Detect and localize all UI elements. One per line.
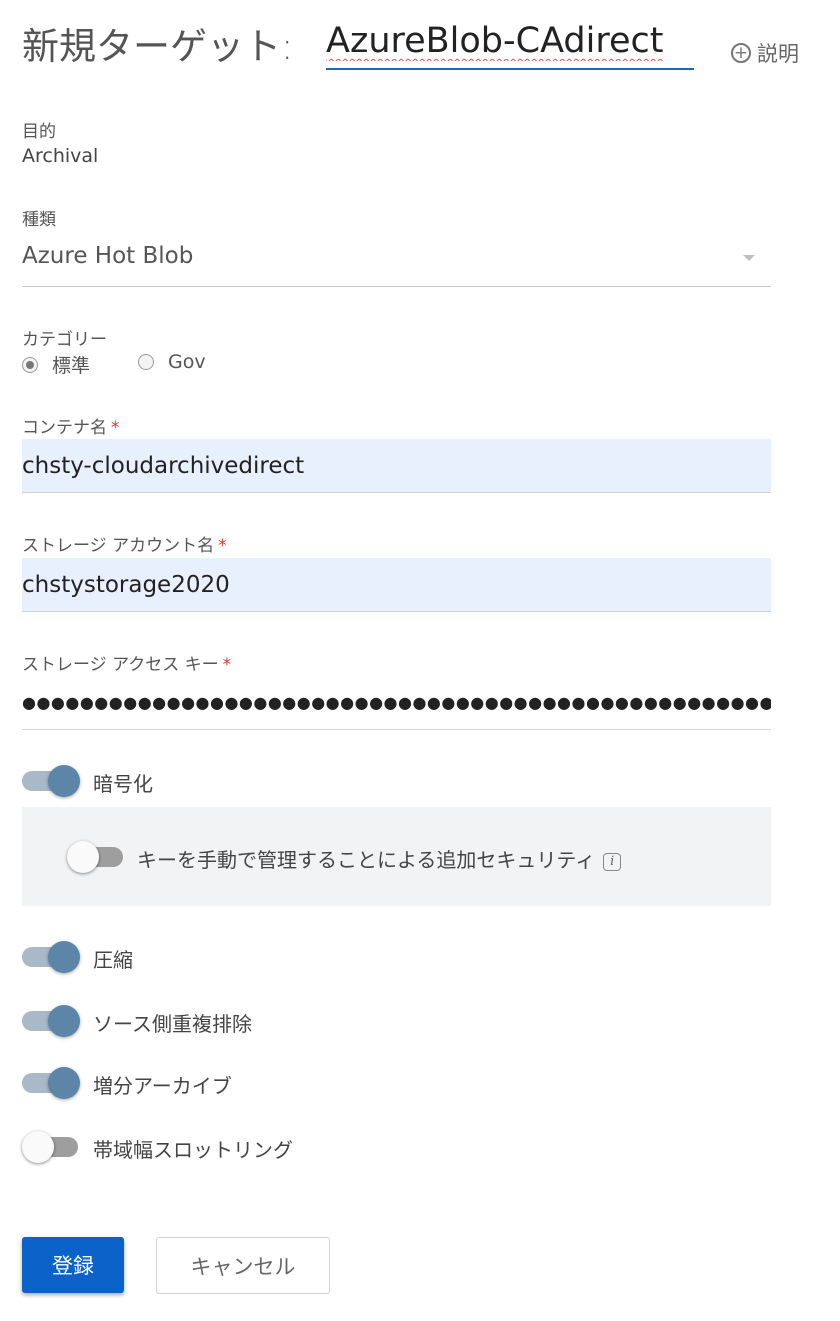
toggle-knob bbox=[48, 1067, 80, 1099]
radio-label: 標準 bbox=[52, 355, 91, 377]
type-label: 種類 bbox=[22, 210, 56, 230]
toggle-knob bbox=[48, 941, 80, 973]
manual-key-label: キーを手動で管理することによる追加セキュリティ i bbox=[137, 844, 622, 873]
toggle-knob bbox=[22, 1131, 54, 1163]
info-icon[interactable]: i bbox=[603, 852, 622, 871]
access-key-input[interactable]: ●●●●●●●●●●●●●●●●●●●●●●●●●●●●●●●●●●●●●●●●… bbox=[22, 676, 771, 730]
purpose-label: 目的 bbox=[22, 122, 56, 142]
bandwidth-throttling-toggle[interactable] bbox=[22, 1131, 80, 1163]
required-mark: * bbox=[111, 418, 120, 438]
radio-label: Gov bbox=[168, 351, 206, 373]
cancel-button[interactable]: キャンセル bbox=[156, 1237, 330, 1294]
category-label: カテゴリー bbox=[22, 330, 107, 350]
encryption-toggle[interactable] bbox=[22, 765, 80, 797]
help-link[interactable]: + 説明 bbox=[731, 38, 799, 68]
chevron-down-icon bbox=[743, 255, 755, 261]
source-dedup-label: ソース側重複排除 bbox=[93, 1012, 252, 1036]
required-mark: * bbox=[222, 655, 232, 675]
manual-key-toggle[interactable] bbox=[67, 841, 125, 873]
category-radio-standard[interactable]: 標準 bbox=[22, 351, 90, 378]
source-dedup-toggle[interactable] bbox=[22, 1005, 80, 1037]
help-label: 説明 bbox=[757, 42, 799, 66]
page-title: 新規ターゲット: bbox=[22, 25, 294, 68]
encryption-label: 暗号化 bbox=[93, 772, 153, 796]
incremental-archive-label: 増分アーカイブ bbox=[93, 1074, 232, 1098]
target-name-input[interactable] bbox=[326, 14, 694, 70]
storage-account-label: ストレージ アカウント名 * bbox=[22, 536, 227, 556]
radio-selected-icon bbox=[22, 356, 38, 373]
compression-label: 圧縮 bbox=[93, 948, 133, 972]
toggle-knob bbox=[48, 765, 80, 797]
type-select[interactable]: Azure Hot Blob bbox=[22, 230, 771, 287]
radio-unselected-icon bbox=[138, 354, 154, 370]
container-name-input[interactable] bbox=[22, 439, 771, 493]
incremental-archive-toggle[interactable] bbox=[22, 1067, 80, 1099]
toggle-knob bbox=[48, 1005, 80, 1037]
purpose-value: Archival bbox=[22, 145, 99, 167]
plus-circle-icon: + bbox=[731, 43, 751, 63]
toggle-knob bbox=[67, 841, 99, 873]
storage-account-input[interactable] bbox=[22, 558, 771, 612]
container-name-label: コンテナ名 * bbox=[22, 418, 120, 438]
required-mark: * bbox=[218, 536, 227, 556]
bandwidth-throttling-label: 帯域幅スロットリング bbox=[93, 1138, 293, 1162]
access-key-label: ストレージ アクセス キー * bbox=[22, 655, 232, 675]
register-button[interactable]: 登録 bbox=[22, 1237, 124, 1293]
compression-toggle[interactable] bbox=[22, 941, 80, 973]
category-radio-gov[interactable]: Gov bbox=[138, 351, 206, 373]
type-selected-value: Azure Hot Blob bbox=[22, 243, 194, 269]
